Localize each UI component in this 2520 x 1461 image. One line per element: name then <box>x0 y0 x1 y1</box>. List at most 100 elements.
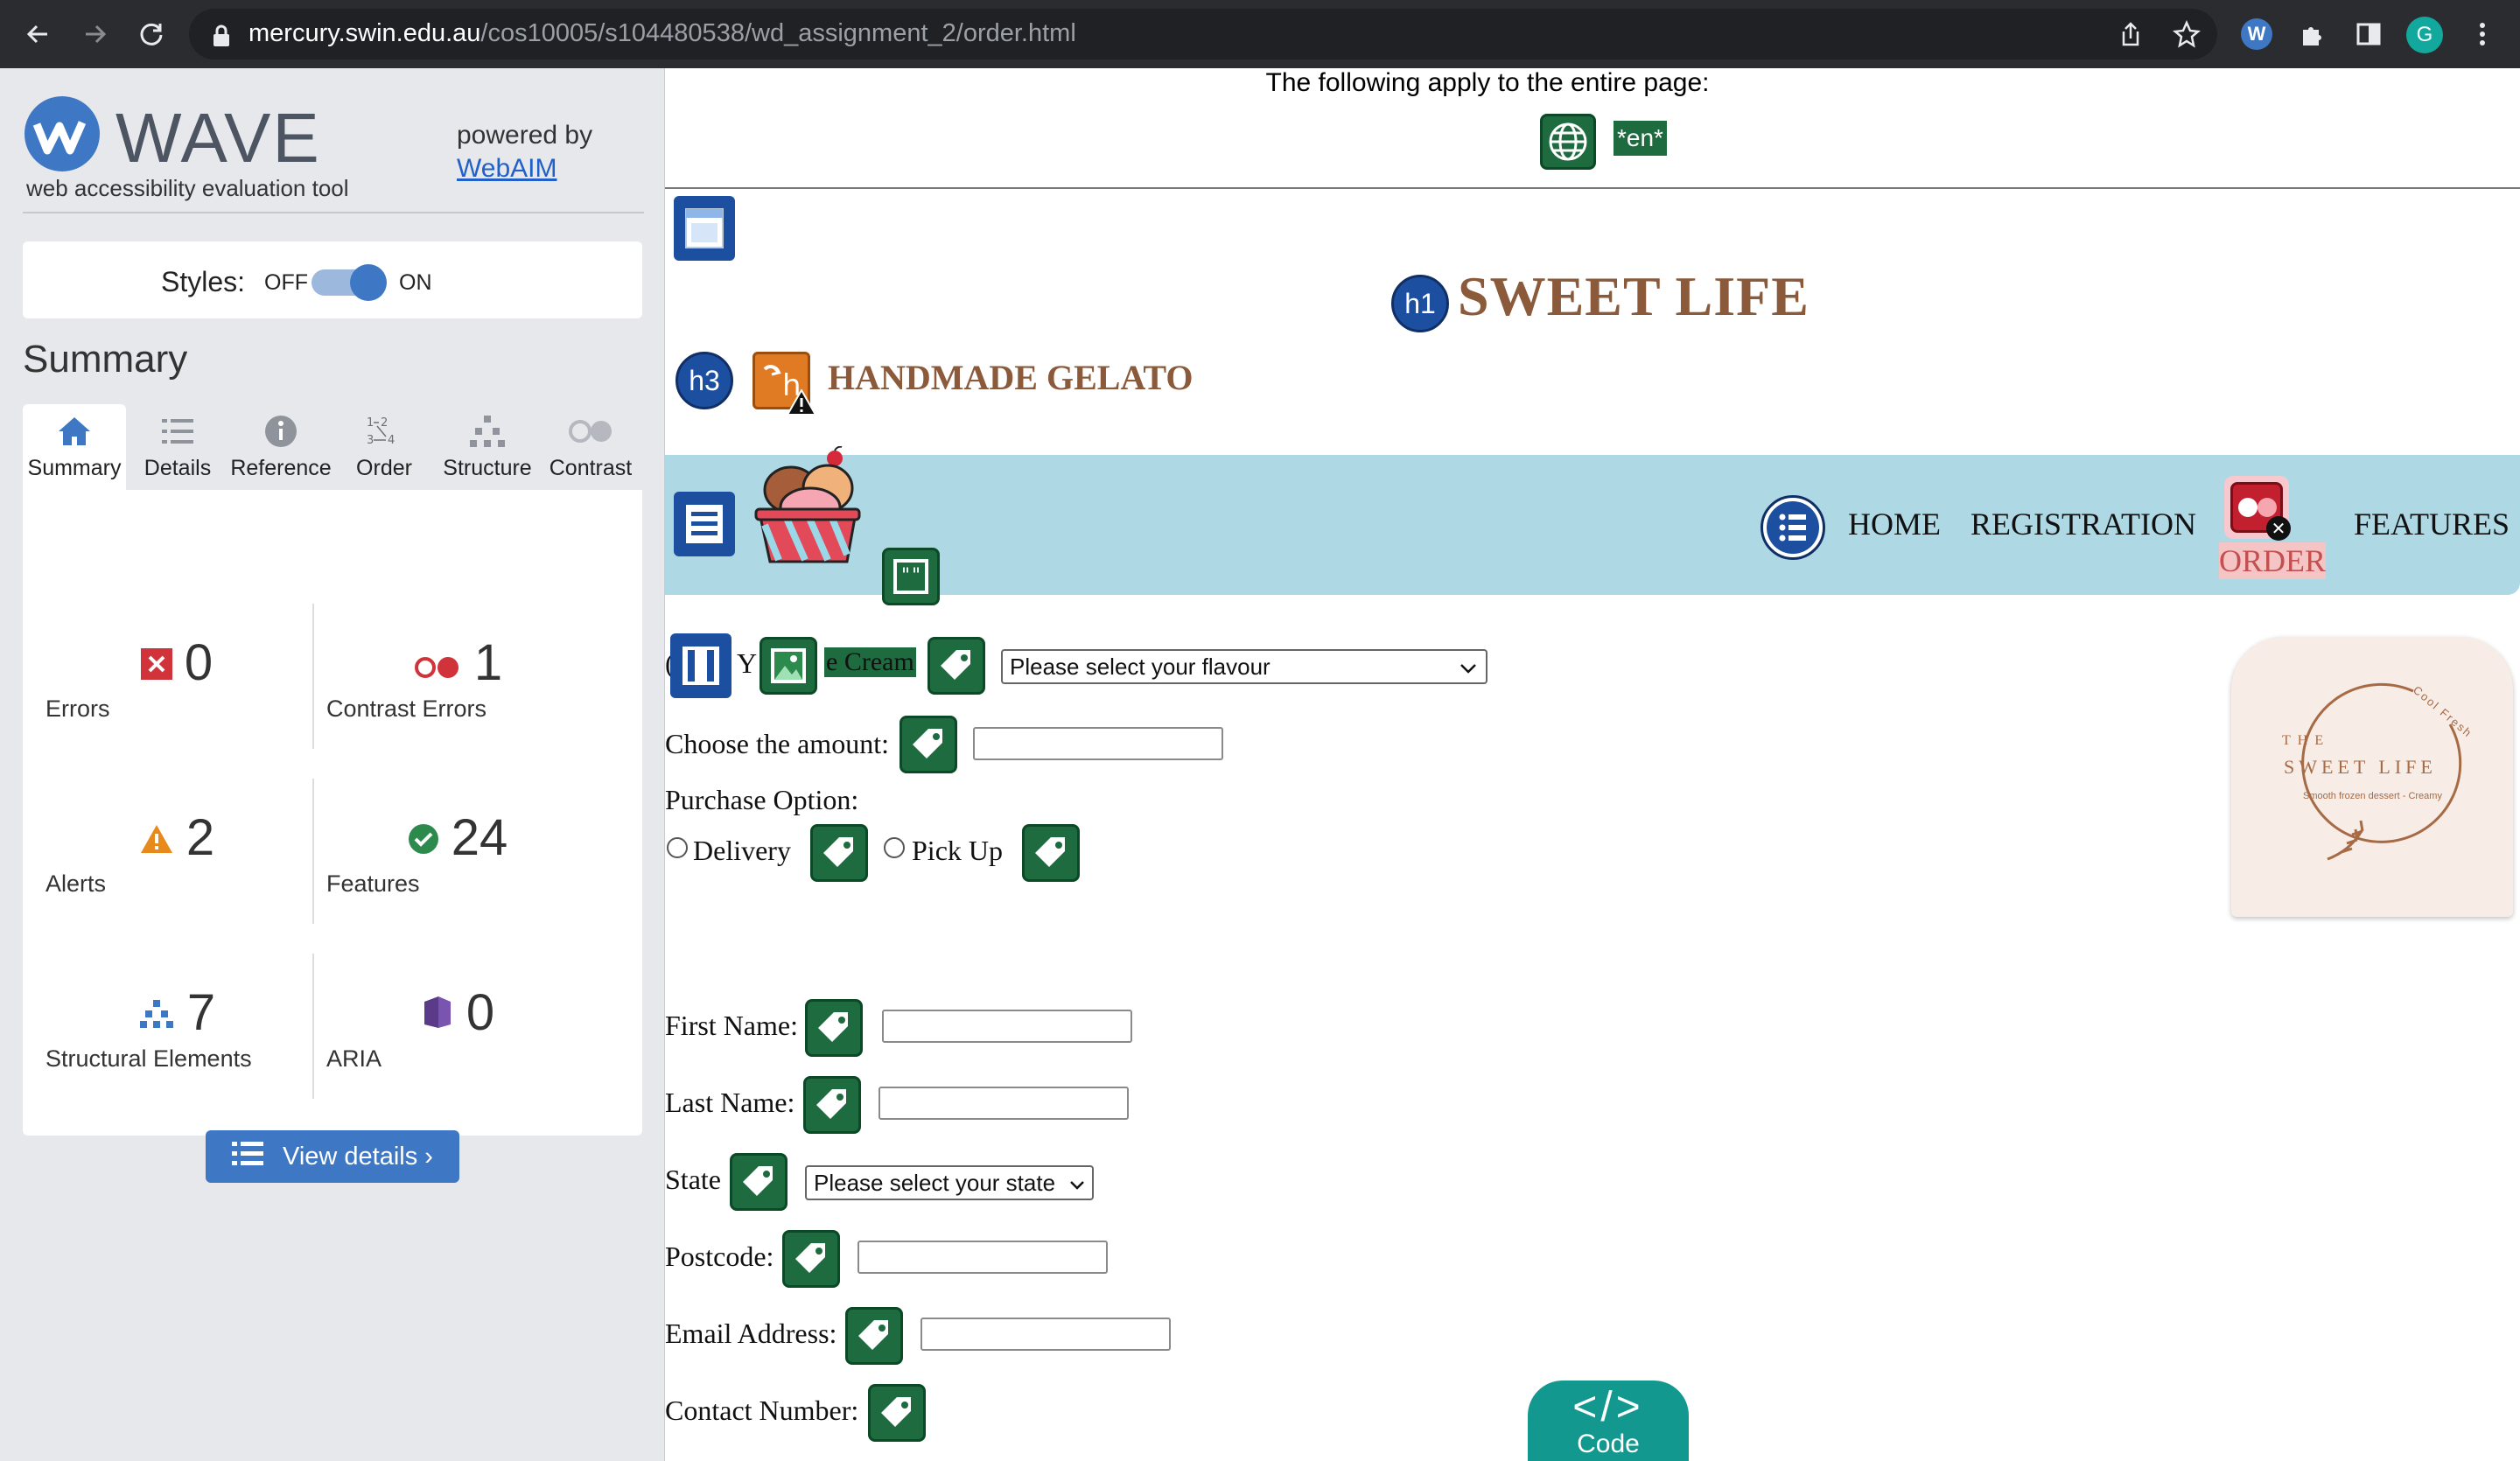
tab-details[interactable]: Details <box>126 404 229 490</box>
svg-text:1: 1 <box>367 416 374 430</box>
first-name-input[interactable] <box>882 1010 1132 1043</box>
structure-element-icon <box>138 983 175 1042</box>
h3-heading-icon[interactable]: h3 <box>676 352 733 409</box>
tab-label: Details <box>144 456 212 480</box>
stat-structural[interactable]: 7 Structural Elements <box>46 983 308 1072</box>
close-x-icon: ✕ <box>2266 516 2291 541</box>
tab-contrast[interactable]: Contrast <box>539 404 642 490</box>
svg-text:4: 4 <box>388 434 395 447</box>
extensions-puzzle-icon[interactable] <box>2294 16 2331 52</box>
code-label: Code <box>1577 1430 1640 1458</box>
order-icon: 123 4 <box>365 412 403 451</box>
nav-link-order[interactable]: ORDER <box>2219 542 2327 579</box>
list-icon <box>160 412 195 451</box>
tab-order[interactable]: 123 4 Order <box>332 404 436 490</box>
powered-by-text: powered by <box>457 121 593 150</box>
entire-page-features: The following apply to the entire page: … <box>665 68 2520 189</box>
badge-name: SWEET LIFE <box>2284 756 2437 778</box>
code-toggle-button[interactable]: </> Code <box>1528 1381 1689 1461</box>
browser-toolbar: mercury.swin.edu.au/cos10005/s104480538/… <box>0 0 2520 68</box>
image-alt-icon[interactable]: " " <box>882 548 940 605</box>
form-label-tag-icon[interactable] <box>1022 824 1080 882</box>
webaim-link[interactable]: WebAIM <box>457 152 592 185</box>
fieldset-region-icon[interactable] <box>670 633 732 698</box>
reload-icon[interactable] <box>133 16 170 52</box>
unordered-list-icon[interactable] <box>1760 495 1825 560</box>
view-details-button[interactable]: View details › <box>206 1130 459 1183</box>
form-label-tag-icon[interactable] <box>868 1384 926 1442</box>
stat-errors[interactable]: 0 Errors <box>46 633 308 722</box>
contrast-errors-count: 1 <box>473 634 503 691</box>
lock-icon[interactable] <box>203 17 240 54</box>
svg-text:3: 3 <box>367 434 374 447</box>
stat-alerts[interactable]: 2 Alerts <box>46 808 308 897</box>
amount-input[interactable] <box>973 727 1223 760</box>
code-icon: </> <box>1572 1384 1644 1430</box>
styles-toggle[interactable] <box>312 264 387 301</box>
svg-text:": " <box>901 565 910 587</box>
share-icon[interactable] <box>2112 16 2149 52</box>
wave-logo-word: WAVE <box>116 99 321 177</box>
form-label-tag-icon[interactable] <box>782 1230 840 1288</box>
delivery-label: Delivery <box>693 835 791 866</box>
pickup-radio[interactable] <box>884 837 905 858</box>
toggle-knob[interactable] <box>350 264 387 301</box>
url-text: mercury.swin.edu.au/cos10005/s104480538/… <box>248 19 1076 48</box>
image-feature-icon[interactable] <box>760 637 817 695</box>
language-tag[interactable]: *en* <box>1614 121 1667 156</box>
wave-logo-icon <box>23 94 102 178</box>
form-label-tag-icon[interactable] <box>805 999 863 1057</box>
postcode-label: Postcode: <box>665 1241 774 1272</box>
stat-contrast-errors[interactable]: 1 Contrast Errors <box>326 633 589 722</box>
url-domain: mercury.swin.edu.au <box>248 19 481 47</box>
stat-aria[interactable]: 0 ARIA <box>326 983 589 1072</box>
tab-structure[interactable]: Structure <box>436 404 539 490</box>
nav-link-registration[interactable]: REGISTRATION <box>1970 506 2196 542</box>
nav-link-home[interactable]: HOME <box>1848 506 1941 542</box>
nav-link-features[interactable]: FEATURES <box>2354 506 2510 542</box>
bookmark-star-icon[interactable] <box>2168 16 2205 52</box>
structure-icon <box>468 412 507 451</box>
delivery-radio[interactable] <box>667 837 688 858</box>
wave-extension-icon[interactable]: W <box>2238 16 2275 52</box>
form-label-tag-icon[interactable] <box>900 716 957 773</box>
last-name-input[interactable] <box>878 1087 1129 1120</box>
h1-heading-icon[interactable]: h1 <box>1391 275 1449 332</box>
stat-features[interactable]: 24 Features <box>326 808 589 897</box>
form-label-tag-icon[interactable] <box>928 637 985 695</box>
profile-avatar[interactable]: G <box>2406 17 2443 53</box>
feature-check-icon <box>408 808 439 867</box>
badge-tagline: Smooth frozen dessert - Creamy <box>2303 791 2442 801</box>
state-select-value: Please select your state <box>814 1169 1056 1196</box>
form-label-tag-icon[interactable] <box>803 1076 861 1134</box>
state-select[interactable]: Please select your state <box>805 1165 1094 1200</box>
home-icon <box>57 412 92 451</box>
wave-tabs: Summary Details Reference 123 4 Order Str… <box>23 404 642 490</box>
aria-label: ARIA <box>326 1045 382 1072</box>
navigation-region-icon[interactable] <box>674 492 735 556</box>
language-globe-icon[interactable] <box>1540 114 1596 170</box>
first-name-label: First Name: <box>665 1010 798 1041</box>
email-input[interactable] <box>920 1318 1171 1351</box>
postcode-input[interactable] <box>858 1241 1108 1274</box>
tab-label: Reference <box>230 456 332 480</box>
flavour-select-value: Please select your flavour <box>1010 653 1270 680</box>
more-menu-icon[interactable] <box>2464 16 2501 52</box>
page-title: SWEET LIFE <box>1458 265 1810 327</box>
list-icon <box>232 1140 264 1173</box>
form-label-tag-icon[interactable] <box>810 824 868 882</box>
form-label-tag-icon[interactable] <box>845 1307 903 1365</box>
forward-arrow-icon[interactable] <box>77 16 114 52</box>
tab-reference[interactable]: Reference <box>229 404 332 490</box>
header-region-icon[interactable] <box>674 196 735 261</box>
form-label-tag-icon[interactable] <box>730 1153 788 1211</box>
back-arrow-icon[interactable] <box>19 16 56 52</box>
side-panel-icon[interactable] <box>2350 16 2387 52</box>
wave-sidebar: WAVE web accessibility evaluation tool p… <box>0 68 665 1461</box>
ice-cream-basket-logo[interactable] <box>747 446 864 572</box>
tab-summary[interactable]: Summary <box>23 404 126 490</box>
wave-logo-subtitle: web accessibility evaluation tool <box>26 175 349 201</box>
divider <box>312 604 314 749</box>
flavour-select[interactable]: Please select your flavour <box>1001 649 1488 684</box>
purchase-option-label: Purchase Option: <box>665 784 859 815</box>
